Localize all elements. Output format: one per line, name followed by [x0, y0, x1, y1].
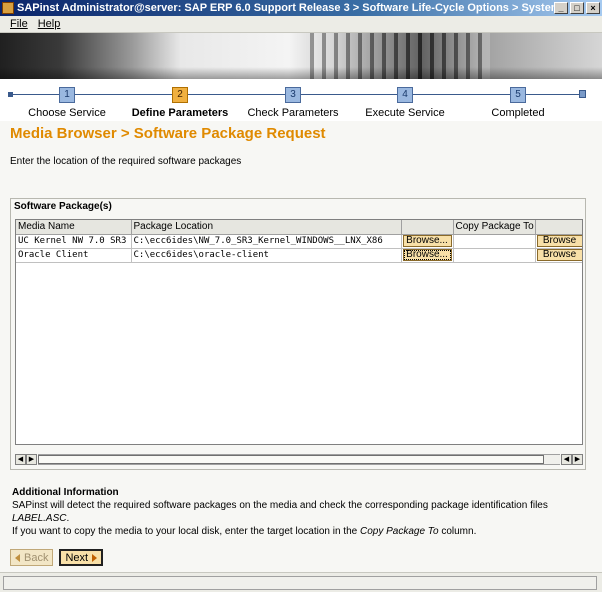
group-title: Software Package(s): [14, 201, 112, 212]
browse-cell: Browse: [535, 248, 582, 263]
menu-bar: File Help: [0, 16, 602, 33]
menu-help[interactable]: Help: [38, 18, 61, 30]
step-label: Define Parameters: [131, 107, 229, 119]
status-field: [3, 576, 597, 590]
header-banner-image: [0, 33, 602, 79]
back-arrow-icon: [15, 553, 20, 562]
roadmap-end-marker: [579, 90, 586, 98]
step-number: 1: [59, 87, 75, 103]
scroll-right-button[interactable]: ▶: [26, 453, 37, 465]
maximize-button[interactable]: □: [570, 2, 584, 14]
step-choose-service: 1 Choose Service: [17, 87, 117, 119]
software-packages-group: Software Package(s) Media Name Package L…: [10, 198, 586, 470]
scroll-left-button[interactable]: ◀: [15, 453, 26, 465]
additional-info-line2: If you want to copy the media to your lo…: [12, 525, 592, 538]
back-button-label: Back: [24, 551, 49, 564]
additional-info-heading: Additional Information: [12, 487, 119, 498]
scroll-track[interactable]: [38, 453, 560, 465]
close-button[interactable]: ×: [586, 2, 600, 14]
packages-table: Media Name Package Location Copy Package…: [15, 219, 583, 445]
menu-help-label: Help: [37, 18, 61, 30]
step-number: 4: [397, 87, 413, 103]
column-header-package-location[interactable]: Package Location: [131, 220, 402, 235]
step-completed: 5 Completed: [468, 87, 568, 119]
menu-file[interactable]: File: [10, 18, 28, 30]
minimize-button[interactable]: _: [554, 2, 568, 14]
step-check-parameters: 3 Check Parameters: [243, 87, 343, 119]
additional-information: Additional Information SAPinst will dete…: [12, 486, 592, 538]
step-number: 2: [172, 87, 188, 103]
browse-location-button[interactable]: Browse...: [402, 249, 452, 261]
step-roadmap: 1 Choose Service 2 Define Parameters 3 C…: [0, 79, 602, 121]
column-header-browse-copy: [535, 220, 582, 235]
column-header-media-name[interactable]: Media Name: [16, 220, 132, 235]
label-file-name: LABEL.ASC: [12, 513, 67, 524]
copy-package-to-cell[interactable]: [453, 234, 536, 249]
step-label: Check Parameters: [247, 107, 339, 119]
additional-info-file-line: LABEL.ASC.: [12, 512, 592, 525]
scroll-left-button-end[interactable]: ◀: [561, 453, 572, 465]
sapinst-app-icon: [2, 2, 14, 14]
file-suffix: .: [66, 513, 70, 524]
menu-file-label: File: [10, 18, 28, 30]
next-arrow-icon: [92, 553, 98, 562]
media-name-cell: UC Kernel NW 7.0 SR3: [16, 234, 132, 249]
browse-copy-target-button[interactable]: Browse: [536, 235, 582, 247]
browse-copy-target-button[interactable]: Browse: [536, 249, 582, 261]
step-number: 3: [285, 87, 301, 103]
window-title: SAPinst Administrator@server: SAP ERP 6.…: [17, 2, 554, 14]
package-location-cell[interactable]: C:\ecc6ides\NW_7.0_SR3_Kernel_WINDOWS__L…: [131, 234, 402, 249]
table-header-row: Media Name Package Location Copy Package…: [16, 220, 582, 235]
table-row: UC Kernel NW 7.0 SR3 C:\ecc6ides\NW_7.0_…: [16, 234, 582, 249]
step-label: Completed: [491, 107, 545, 119]
status-bar: [0, 572, 602, 592]
step-label: Choose Service: [28, 107, 106, 119]
step-label: Execute Service: [365, 107, 445, 119]
page-title: Media Browser > Software Package Request: [10, 125, 326, 142]
column-header-copy-package-to[interactable]: Copy Package To: [453, 220, 536, 235]
roadmap-start-marker: [8, 92, 13, 97]
line2-column-name: Copy Package To: [359, 526, 439, 537]
next-button[interactable]: Next: [59, 549, 104, 566]
step-define-parameters: 2 Define Parameters: [130, 87, 230, 119]
banner-shadow: [0, 67, 602, 79]
next-button-label: Next: [65, 551, 89, 564]
browse-cell: Browse...: [401, 234, 454, 249]
line2-suffix: column.: [438, 526, 477, 537]
title-bar: SAPinst Administrator@server: SAP ERP 6.…: [0, 0, 602, 16]
browse-location-button[interactable]: Browse...: [402, 235, 452, 247]
line2-prefix: If you want to copy the media to your lo…: [12, 526, 360, 537]
browse-cell: Browse: [535, 234, 582, 249]
navigation-buttons: Back Next: [10, 549, 104, 566]
back-button[interactable]: Back: [10, 549, 54, 566]
scroll-right-button-end[interactable]: ▶: [572, 453, 583, 465]
copy-package-to-cell[interactable]: [453, 248, 536, 263]
column-header-browse: [401, 220, 454, 235]
step-execute-service: 4 Execute Service: [355, 87, 455, 119]
additional-info-line1: SAPinst will detect the required softwar…: [12, 500, 548, 511]
instruction-text: Enter the location of the required softw…: [10, 156, 242, 167]
browse-cell: Browse...: [401, 248, 454, 263]
media-name-cell: Oracle Client: [16, 248, 132, 263]
horizontal-scrollbar[interactable]: ◀ ▶ ◀ ▶: [15, 453, 583, 465]
table-row: Oracle Client C:\ecc6ides\oracle-client …: [16, 248, 582, 263]
scroll-thumb[interactable]: [38, 454, 544, 464]
package-location-cell[interactable]: C:\ecc6ides\oracle-client: [131, 248, 402, 263]
step-number: 5: [510, 87, 526, 103]
